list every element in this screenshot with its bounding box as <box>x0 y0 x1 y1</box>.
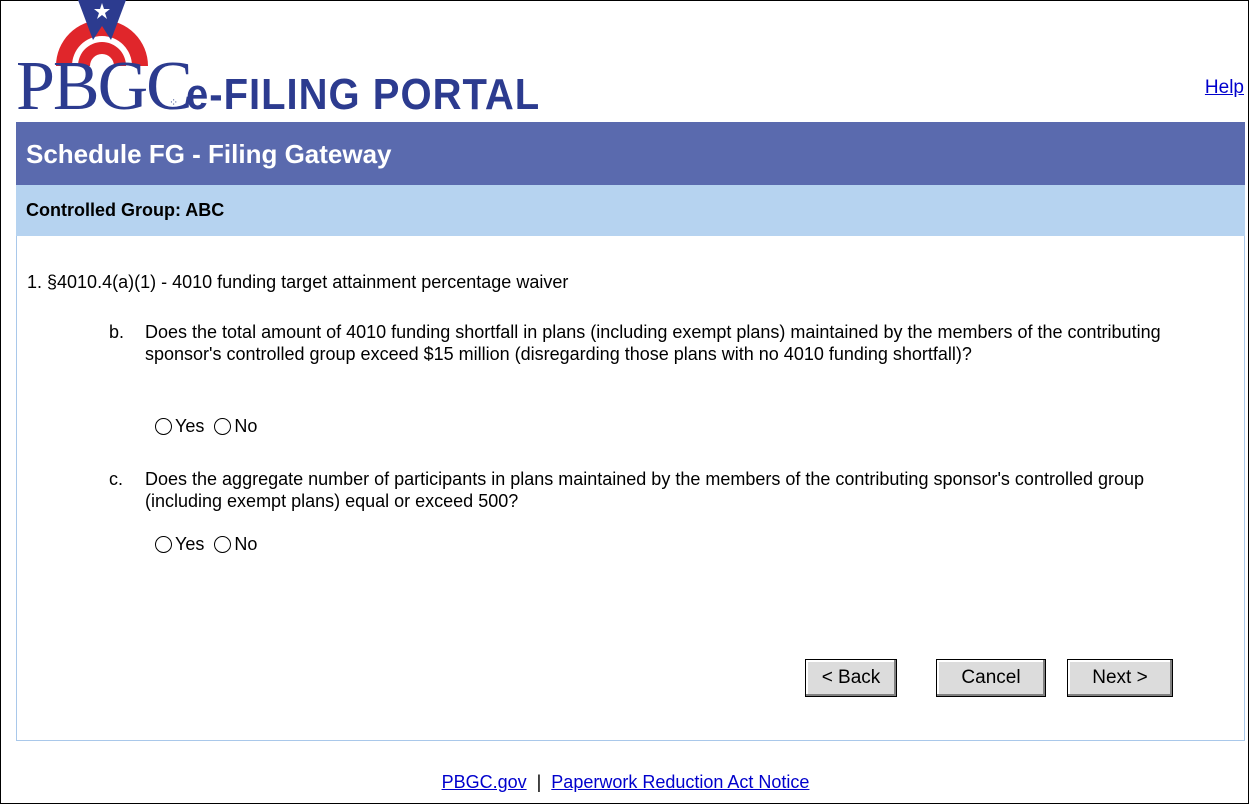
radio-circle-icon[interactable] <box>155 536 172 553</box>
logo-pbgc-text: PBGC <box>16 48 193 125</box>
form-content: 1. §4010.4(a)(1) - 4010 funding target a… <box>16 236 1245 741</box>
radio-label: Yes <box>175 534 205 554</box>
question-b-yes-radio[interactable]: Yes <box>155 416 204 437</box>
footer: PBGC.gov | Paperwork Reduction Act Notice <box>0 772 1251 793</box>
question-c-no-radio[interactable]: No <box>214 534 257 555</box>
pbgc-logo: PBGC ⁘ e-FILING PORTAL <box>16 0 576 122</box>
next-button[interactable]: Next > <box>1067 659 1173 697</box>
logo-dots-icon: ⁘ <box>169 97 179 109</box>
radio-label: No <box>234 534 258 554</box>
question-b-radio-group: Yes No <box>155 416 267 437</box>
controlled-group-bar: Controlled Group: ABC <box>16 185 1245 236</box>
radio-label: No <box>234 416 258 436</box>
question-c-yes-radio[interactable]: Yes <box>155 534 204 555</box>
question-b-letter: b. <box>109 322 125 342</box>
question-1: 1. §4010.4(a)(1) - 4010 funding target a… <box>27 272 569 292</box>
radio-circle-icon[interactable] <box>214 536 232 553</box>
radio-circle-icon[interactable] <box>155 418 172 435</box>
pbgc-gov-link[interactable]: PBGC.gov <box>442 772 527 792</box>
question-c-text: Does the aggregate number of participant… <box>145 469 1145 511</box>
logo-portal-text: e-FILING PORTAL <box>186 71 541 119</box>
paperwork-reduction-link[interactable]: Paperwork Reduction Act Notice <box>551 772 809 792</box>
radio-circle-icon[interactable] <box>214 418 232 435</box>
controlled-group-label: Controlled Group: ABC <box>26 200 225 220</box>
question-b-no-radio[interactable]: No <box>214 416 257 437</box>
question-c-radio-group: Yes No <box>155 534 267 555</box>
question-c-letter: c. <box>109 469 124 489</box>
back-button[interactable]: < Back <box>805 659 897 697</box>
cancel-button[interactable]: Cancel <box>936 659 1046 697</box>
help-link[interactable]: Help <box>1205 77 1244 99</box>
radio-label: Yes <box>175 416 205 436</box>
page-title: Schedule FG - Filing Gateway <box>26 139 392 169</box>
title-bar: Schedule FG - Filing Gateway <box>16 122 1245 185</box>
footer-separator: | <box>536 772 542 792</box>
question-b-text: Does the total amount of 4010 funding sh… <box>145 322 1161 364</box>
